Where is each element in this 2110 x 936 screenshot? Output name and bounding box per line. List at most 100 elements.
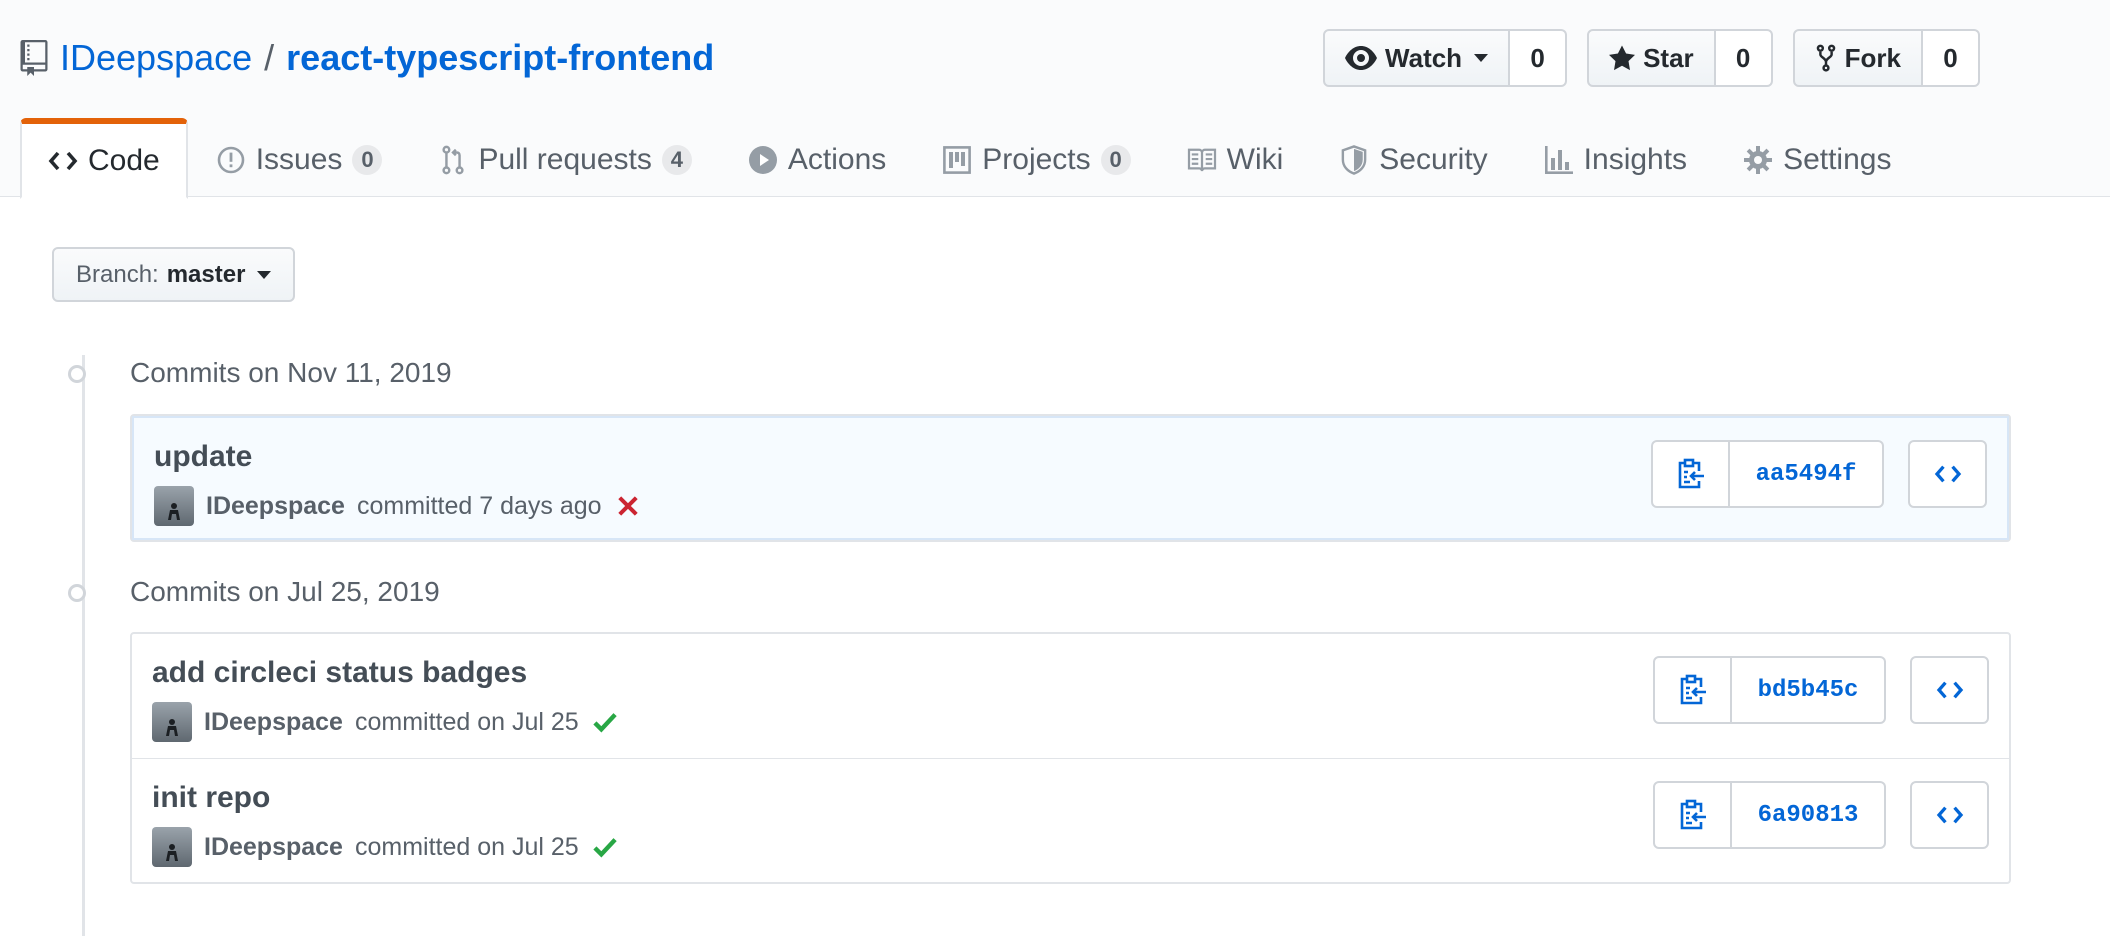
star-button[interactable]: Star bbox=[1587, 29, 1716, 87]
commit-meta: IDeepspace committed on Jul 25 bbox=[152, 702, 619, 742]
commit-meta: IDeepspace committed on Jul 25 bbox=[152, 827, 619, 867]
commit-meta: IDeepspace committed 7 days ago bbox=[154, 486, 642, 526]
commit-list: add circleci status badges IDeepspace co… bbox=[130, 632, 2011, 884]
avatar[interactable] bbox=[152, 702, 192, 742]
commit-row: add circleci status badges IDeepspace co… bbox=[132, 634, 2009, 758]
fork-group: Fork 0 bbox=[1792, 29, 1980, 87]
commit-message-link[interactable]: init repo bbox=[152, 781, 270, 815]
repo-name-link[interactable]: react-typescript-frontend bbox=[286, 37, 714, 79]
issue-icon bbox=[216, 145, 246, 175]
commit-row: update IDeepspace committed 7 days ago a… bbox=[132, 416, 2009, 540]
repo-nav: Code Issues 0 Pull requests 4 Actions Pr… bbox=[20, 118, 1919, 199]
tab-label: Wiki bbox=[1226, 142, 1284, 176]
sha-group: aa5494f bbox=[1651, 440, 1884, 508]
branch-prefix: Branch: bbox=[76, 260, 159, 288]
repo-actions: Watch 0 Star 0 Fork 0 bbox=[1323, 29, 1980, 87]
tab-wiki[interactable]: Wiki bbox=[1159, 118, 1312, 197]
eye-icon bbox=[1345, 46, 1378, 70]
browse-files-button[interactable] bbox=[1910, 781, 1989, 849]
author-link[interactable]: IDeepspace bbox=[204, 708, 343, 737]
timeline-line bbox=[82, 355, 85, 936]
gear-icon bbox=[1743, 145, 1773, 175]
tab-pull-requests[interactable]: Pull requests 4 bbox=[410, 118, 719, 197]
chevron-down-icon bbox=[1474, 54, 1489, 62]
commit-message-link[interactable]: add circleci status badges bbox=[152, 656, 527, 690]
tab-label: Projects bbox=[982, 142, 1091, 176]
repo-header: IDeepspace / react-typescript-frontend W… bbox=[0, 0, 2110, 199]
branch-name: master bbox=[166, 260, 246, 288]
star-icon bbox=[1609, 45, 1636, 71]
shield-icon bbox=[1339, 144, 1369, 175]
code-icon bbox=[1936, 679, 1964, 701]
star-label: Star bbox=[1643, 42, 1694, 73]
star-count[interactable]: 0 bbox=[1715, 29, 1773, 87]
tab-label: Insights bbox=[1583, 142, 1688, 176]
tab-projects[interactable]: Projects 0 bbox=[914, 118, 1158, 197]
repo-separator: / bbox=[264, 37, 275, 78]
tab-code[interactable]: Code bbox=[20, 118, 188, 199]
commit-actions: aa5494f bbox=[1651, 440, 1987, 508]
repo-owner-link[interactable]: IDeepspace bbox=[60, 37, 252, 79]
check-icon[interactable] bbox=[591, 708, 619, 736]
code-icon bbox=[1936, 804, 1964, 826]
commit-group-date: Commits on Nov 11, 2019 bbox=[130, 357, 452, 388]
tab-actions[interactable]: Actions bbox=[720, 118, 914, 197]
commit-group-title: Commits on Nov 11, 2019 bbox=[61, 355, 452, 391]
pull-requests-counter: 4 bbox=[661, 144, 692, 175]
browse-files-button[interactable] bbox=[1908, 440, 1987, 508]
branch-select-button[interactable]: Branch: master bbox=[52, 247, 296, 302]
commit-sha-link[interactable]: 6a90813 bbox=[1732, 781, 1886, 849]
author-link[interactable]: IDeepspace bbox=[206, 492, 345, 521]
clippy-icon bbox=[1678, 799, 1708, 831]
fork-icon bbox=[1815, 43, 1837, 73]
sha-group: bd5b45c bbox=[1653, 656, 1886, 724]
commit-sha-link[interactable]: aa5494f bbox=[1730, 440, 1884, 508]
commit-group-date: Commits on Jul 25, 2019 bbox=[130, 576, 440, 607]
author-link[interactable]: IDeepspace bbox=[204, 833, 343, 862]
repo-icon bbox=[20, 40, 48, 76]
star-group: Star 0 bbox=[1587, 29, 1773, 87]
fork-button[interactable]: Fork bbox=[1792, 29, 1923, 87]
graph-icon bbox=[1544, 145, 1574, 175]
tab-label: Issues bbox=[255, 142, 343, 176]
tab-label: Pull requests bbox=[478, 142, 652, 176]
clippy-icon bbox=[1676, 458, 1706, 490]
book-icon bbox=[1187, 145, 1217, 175]
pull-request-icon bbox=[438, 145, 468, 175]
avatar[interactable] bbox=[152, 827, 192, 867]
commit-dot-icon bbox=[61, 584, 93, 602]
tab-settings[interactable]: Settings bbox=[1715, 118, 1919, 197]
watch-button[interactable]: Watch bbox=[1323, 29, 1511, 87]
browse-files-button[interactable] bbox=[1910, 656, 1989, 724]
check-icon[interactable] bbox=[591, 833, 619, 861]
copy-sha-button[interactable] bbox=[1653, 781, 1732, 849]
watch-label: Watch bbox=[1385, 42, 1463, 73]
clippy-icon bbox=[1678, 674, 1708, 706]
watch-group: Watch 0 bbox=[1323, 29, 1568, 87]
fork-label: Fork bbox=[1844, 42, 1901, 73]
code-icon bbox=[48, 146, 78, 176]
avatar[interactable] bbox=[154, 486, 194, 526]
repo-title: IDeepspace / react-typescript-frontend bbox=[20, 34, 714, 82]
commit-sha-link[interactable]: bd5b45c bbox=[1732, 656, 1886, 724]
commit-time: committed on Jul 25 bbox=[354, 832, 579, 861]
projects-counter: 0 bbox=[1100, 144, 1131, 175]
fork-count[interactable]: 0 bbox=[1923, 29, 1980, 87]
x-icon[interactable] bbox=[614, 492, 642, 520]
watch-count[interactable]: 0 bbox=[1510, 29, 1568, 87]
commit-row: init repo IDeepspace committed on Jul 25… bbox=[132, 758, 2009, 882]
commit-time: committed on Jul 25 bbox=[354, 707, 579, 736]
copy-sha-button[interactable] bbox=[1651, 440, 1730, 508]
commit-time: committed 7 days ago bbox=[356, 491, 602, 520]
tab-label: Security bbox=[1379, 142, 1488, 176]
commit-message-link[interactable]: update bbox=[154, 440, 252, 474]
sha-group: 6a90813 bbox=[1653, 781, 1886, 849]
tab-security[interactable]: Security bbox=[1311, 118, 1515, 197]
commit-actions: 6a90813 bbox=[1653, 781, 1989, 849]
copy-sha-button[interactable] bbox=[1653, 656, 1732, 724]
tab-insights[interactable]: Insights bbox=[1516, 118, 1715, 197]
commit-dot-icon bbox=[61, 365, 93, 383]
chevron-down-icon bbox=[257, 270, 272, 279]
commit-list: update IDeepspace committed 7 days ago a… bbox=[130, 414, 2011, 542]
tab-issues[interactable]: Issues 0 bbox=[188, 118, 411, 197]
